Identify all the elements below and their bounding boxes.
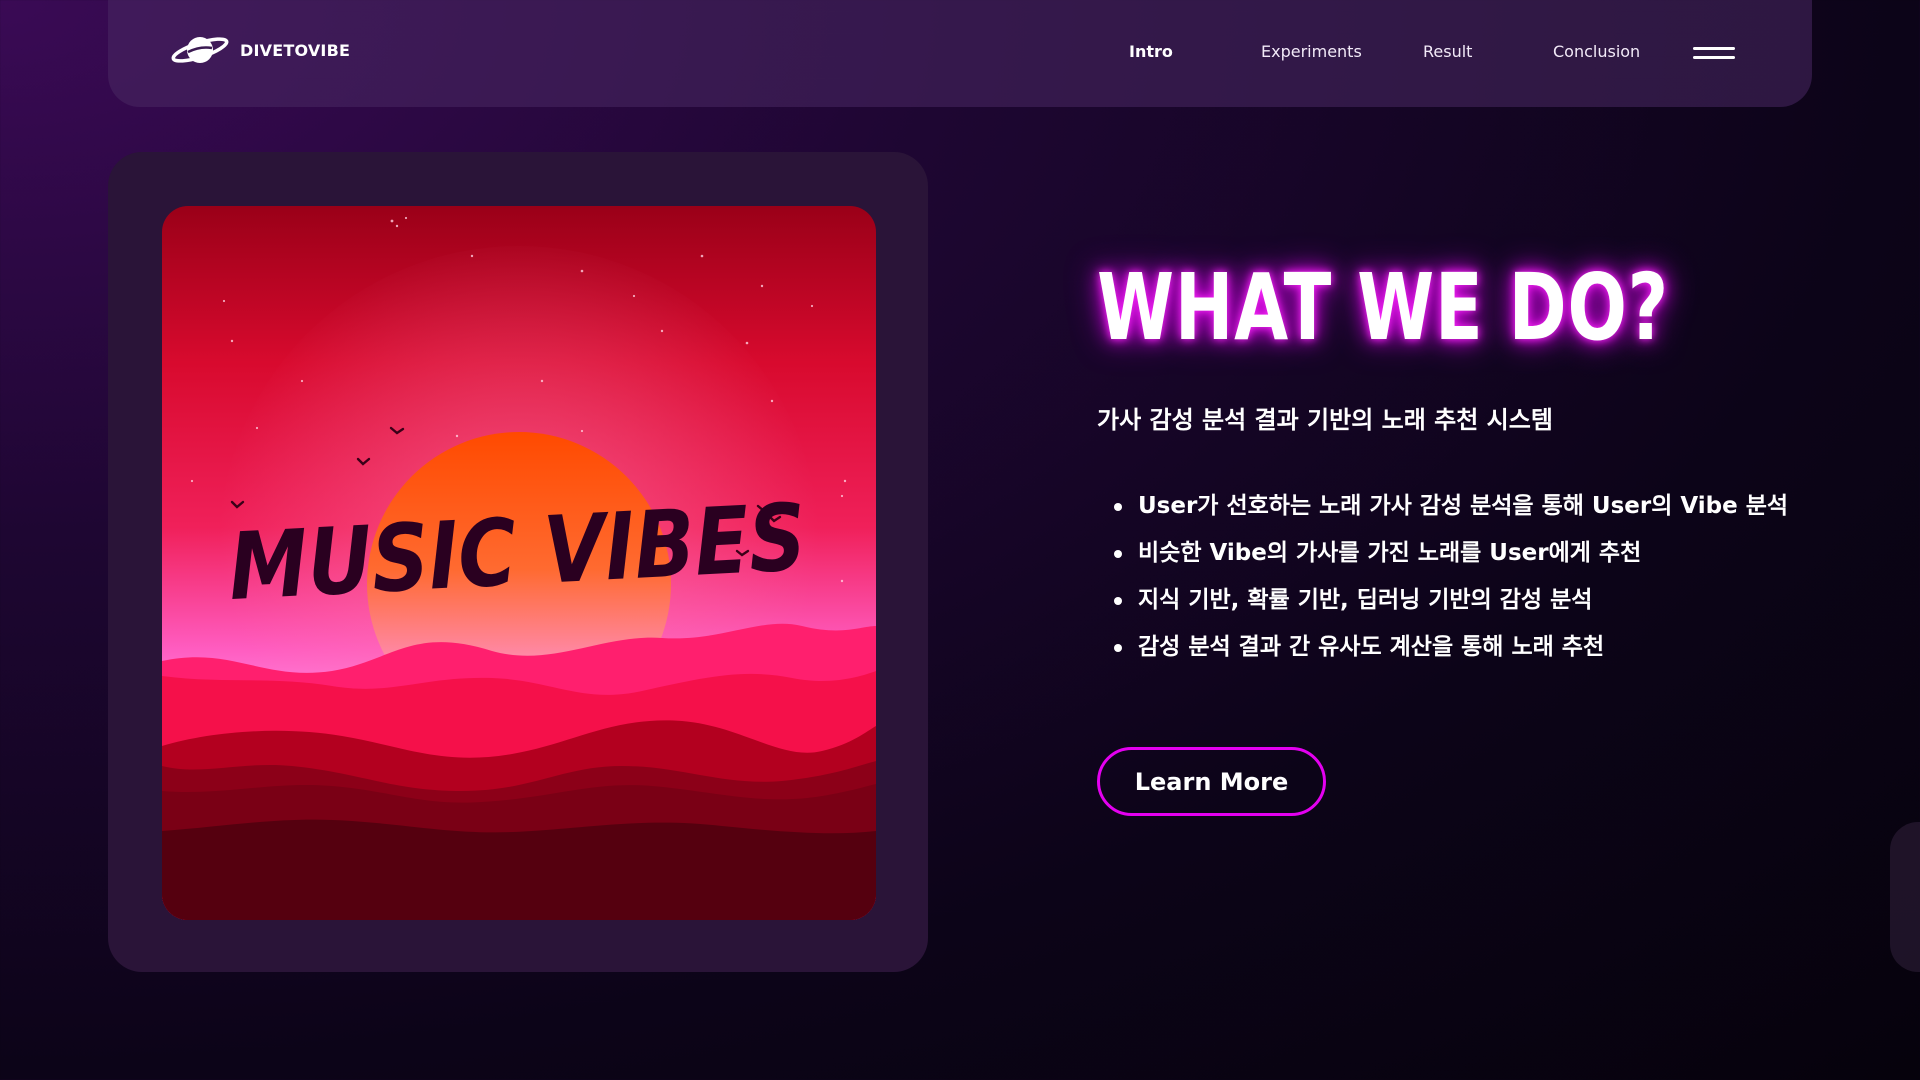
- feature-item: User가 선호하는 노래 가사 감성 분석을 통해 User의 Vibe 분석: [1097, 486, 1788, 533]
- bullet-icon: [1114, 644, 1122, 652]
- feature-item: 비슷한 Vibe의 가사를 가진 노래를 User에게 추천: [1097, 533, 1788, 580]
- nav-item-conclusion[interactable]: Conclusion: [1553, 42, 1640, 61]
- learn-more-button[interactable]: Learn More: [1097, 747, 1326, 816]
- feature-item: 감성 분석 결과 간 유사도 계산을 통해 노래 추천: [1097, 627, 1788, 674]
- music-vibes-artwork: MUSIC VIBES: [162, 206, 876, 920]
- feature-item: 지식 기반, 확률 기반, 딥러닝 기반의 감성 분석: [1097, 580, 1788, 627]
- bullet-icon: [1114, 550, 1122, 558]
- nav-item-intro[interactable]: Intro: [1129, 42, 1173, 61]
- page-subtitle: 가사 감성 분석 결과 기반의 노래 추천 시스템: [1097, 406, 1553, 434]
- feature-text: 지식 기반, 확률 기반, 딥러닝 기반의 감성 분석: [1138, 587, 1593, 613]
- feature-text: 비슷한 Vibe의 가사를 가진 노래를 User에게 추천: [1138, 540, 1642, 566]
- nav-item-experiments[interactable]: Experiments: [1261, 42, 1362, 61]
- top-navbar: DIVETOVIBE Intro Experiments Result Conc…: [108, 0, 1812, 107]
- nav-item-result[interactable]: Result: [1423, 42, 1472, 61]
- feature-list: User가 선호하는 노래 가사 감성 분석을 통해 User의 Vibe 분석…: [1097, 486, 1788, 674]
- bullet-icon: [1114, 597, 1122, 605]
- artwork-card: MUSIC VIBES: [108, 152, 928, 972]
- hamburger-menu-icon[interactable]: [1693, 45, 1735, 61]
- side-panel-tab[interactable]: [1890, 822, 1920, 972]
- feature-text: User가 선호하는 노래 가사 감성 분석을 통해 User의 Vibe 분석: [1138, 493, 1789, 519]
- page-headline: WHAT WE DO?: [1097, 254, 1669, 361]
- main-navigation: Intro Experiments Result Conclusion: [108, 0, 1812, 107]
- feature-text: 감성 분석 결과 간 유사도 계산을 통해 노래 추천: [1138, 634, 1605, 660]
- bullet-icon: [1114, 503, 1122, 511]
